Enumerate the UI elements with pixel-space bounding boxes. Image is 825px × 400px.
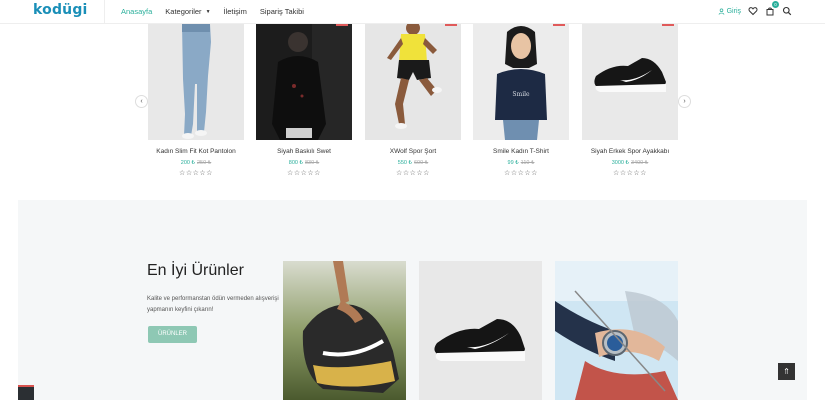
current-price: 550 ₺ (397, 160, 412, 166)
sale-tag (336, 24, 348, 26)
tshirt-illustration: Smile (473, 24, 569, 140)
current-price: 800 ₺ (288, 160, 303, 166)
search-icon[interactable] (782, 6, 792, 16)
heart-icon[interactable] (748, 6, 758, 16)
double-chevron-up-icon: ⇑ (783, 367, 790, 376)
old-price: 830 ₺ (305, 160, 320, 166)
login-link[interactable]: Giriş (718, 8, 741, 15)
carousel-next-button[interactable]: › (678, 95, 691, 108)
section-description: Kalite ve performanstan ödün vermeden al… (147, 296, 279, 313)
old-price: 250 ₺ (197, 160, 212, 166)
rating-stars: ☆☆☆☆☆ (504, 170, 538, 177)
chevron-right-icon: › (683, 98, 686, 105)
product-card[interactable]: Siyah Baskılı Swet 800 ₺ 830 ₺ ☆☆☆☆☆ (256, 24, 352, 177)
header-divider (104, 0, 105, 24)
feature-image-watch[interactable] (555, 261, 678, 400)
carousel-prev-button[interactable]: ‹ (135, 95, 148, 108)
product-card[interactable]: XWolf Spor Şort 550 ₺ 600 ₺ ☆☆☆☆☆ (365, 24, 461, 177)
old-price: 3400 ₺ (631, 160, 649, 166)
scroll-to-top-button[interactable]: ⇑ (778, 363, 795, 380)
product-price: 3000 ₺ 3400 ₺ (582, 160, 678, 166)
product-name[interactable]: XWolf Spor Şort (365, 148, 461, 155)
products-button[interactable]: ÜRÜNLER (148, 326, 197, 343)
rating-stars: ☆☆☆☆☆ (179, 170, 213, 177)
product-price: 550 ₺ 600 ₺ (365, 160, 461, 166)
login-label: Giriş (726, 7, 741, 15)
nav-item-categories[interactable]: Kategoriler ▼ (165, 7, 210, 16)
chevron-left-icon: ‹ (140, 98, 143, 105)
product-carousel: ‹ › Kadın Slim Fit Kot Pantolon 200 ₺ 250… (0, 24, 825, 194)
feature-image-sneaker[interactable] (419, 261, 542, 400)
user-icon (718, 7, 725, 15)
rating-stars: ☆☆☆☆☆ (287, 170, 321, 177)
product-price: 99 ₺ 110 ₺ (473, 160, 569, 166)
rating-stars: ☆☆☆☆☆ (396, 170, 430, 177)
product-card[interactable]: Siyah Erkek Spor Ayakkabı 3000 ₺ 3400 ₺ ☆… (582, 24, 678, 177)
cart-icon[interactable]: 0 (765, 1, 779, 16)
site-header: kodügi Anasayfa Kategoriler ▼ İletişim Si… (0, 0, 825, 24)
jeans-illustration (148, 24, 244, 140)
sneaker-illustration (419, 261, 542, 400)
product-price: 200 ₺ 250 ₺ (148, 160, 244, 166)
product-name[interactable]: Siyah Baskılı Swet (256, 148, 352, 155)
sale-tag (553, 24, 565, 26)
feature-image-running[interactable] (283, 261, 406, 400)
old-price: 110 ₺ (520, 160, 535, 166)
nav-item-home[interactable]: Anasayfa (121, 7, 152, 16)
rating-stars: ☆☆☆☆☆ (613, 170, 647, 177)
product-name[interactable]: Kadın Slim Fit Kot Pantolon (148, 148, 244, 155)
svg-text:Smile: Smile (512, 91, 530, 98)
product-image[interactable] (582, 24, 678, 140)
sale-tag (662, 24, 674, 26)
sale-tag (445, 24, 457, 26)
cart-count-badge: 0 (772, 1, 779, 8)
nav-item-contact[interactable]: İletişim (224, 7, 247, 16)
nav-item-categories-label: Kategoriler (165, 7, 202, 16)
product-image[interactable]: Smile (473, 24, 569, 140)
product-image[interactable] (256, 24, 352, 140)
chevron-down-icon: ▼ (205, 9, 211, 15)
product-name[interactable]: Smile Kadın T-Shirt (473, 148, 569, 155)
current-price: 200 ₺ (180, 160, 195, 166)
product-price: 800 ₺ 830 ₺ (256, 160, 352, 166)
site-logo[interactable]: kodügi (33, 2, 88, 18)
old-price: 600 ₺ (414, 160, 429, 166)
corner-widget[interactable] (18, 385, 34, 400)
watch-illustration (555, 261, 678, 400)
product-image[interactable] (365, 24, 461, 140)
product-image[interactable] (148, 24, 244, 140)
header-actions: Giriş 0 (718, 1, 792, 16)
product-card[interactable]: Smile Smile Kadın T-Shirt 99 ₺ 110 ₺ ☆☆☆☆… (473, 24, 569, 177)
sweatshirt-illustration (256, 24, 352, 140)
running-shoe-illustration (283, 261, 406, 400)
current-price: 3000 ₺ (611, 160, 629, 166)
nav-item-order-tracking[interactable]: Sipariş Takibi (260, 7, 304, 16)
main-nav: Anasayfa Kategoriler ▼ İletişim Sipariş T… (121, 7, 304, 16)
section-title: En İyi Ürünler (147, 262, 244, 279)
current-price: 99 ₺ (507, 160, 519, 166)
shorts-illustration (365, 24, 461, 140)
product-name[interactable]: Siyah Erkek Spor Ayakkabı (582, 148, 678, 155)
best-products-section: En İyi Ürünler Kalite ve performanstan ö… (18, 200, 807, 400)
product-card[interactable]: Kadın Slim Fit Kot Pantolon 200 ₺ 250 ₺ ☆… (148, 24, 244, 177)
sneaker-illustration (582, 24, 678, 140)
